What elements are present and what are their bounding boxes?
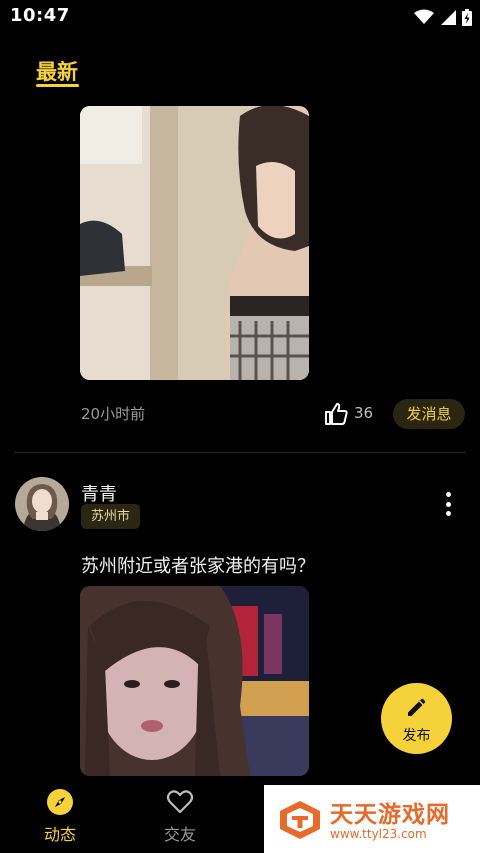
tab-underline <box>36 84 79 87</box>
more-dot <box>445 501 451 507</box>
more-options-button[interactable] <box>440 490 456 518</box>
signal-icon <box>441 10 456 25</box>
more-dot <box>445 511 451 516</box>
post-photo-image <box>80 106 309 380</box>
heart-icon <box>166 790 194 814</box>
send-message-button[interactable]: 发消息 <box>393 399 465 429</box>
divider <box>14 452 466 453</box>
post-text: 苏州附近或者张家港的有吗？ <box>81 556 315 577</box>
avatar[interactable] <box>15 477 69 531</box>
nav-label: 动态 <box>43 825 76 844</box>
compass-icon <box>47 789 73 815</box>
nav-label: 交友 <box>163 825 196 844</box>
nav-item-friends[interactable]: 交友 <box>135 776 225 853</box>
post-photo[interactable] <box>80 106 309 380</box>
watermark-title: 天天游戏网 <box>330 802 450 828</box>
post-photo-image <box>80 586 309 776</box>
like-count: 36 <box>354 404 374 422</box>
city-badge: 苏州市 <box>81 504 141 529</box>
nav-item-dynamic[interactable]: 动态 <box>15 776 105 853</box>
wifi-icon <box>414 9 434 24</box>
post-photo[interactable] <box>80 586 309 776</box>
publish-button[interactable]: 发布 <box>381 683 452 754</box>
like-button[interactable]: 36 <box>324 401 384 427</box>
watermark: 天天游戏网 www.ttyl23.com <box>264 785 480 853</box>
status-bar: 10:47 <box>0 0 480 34</box>
battery-icon <box>462 8 472 26</box>
tab-latest[interactable]: 最新 <box>36 56 78 86</box>
user-name[interactable]: 青青 <box>81 480 117 506</box>
status-time: 10:47 <box>10 5 70 26</box>
thumbs-up-icon <box>325 403 348 425</box>
publish-label: 发布 <box>402 728 431 744</box>
watermark-url: www.ttyl23.com <box>330 827 427 841</box>
avatar-image <box>15 477 69 531</box>
pencil-icon <box>408 698 426 716</box>
status-icons <box>414 8 472 26</box>
post-time: 20小时前 <box>81 405 146 423</box>
more-dot <box>445 492 451 497</box>
watermark-logo-icon <box>280 801 320 839</box>
